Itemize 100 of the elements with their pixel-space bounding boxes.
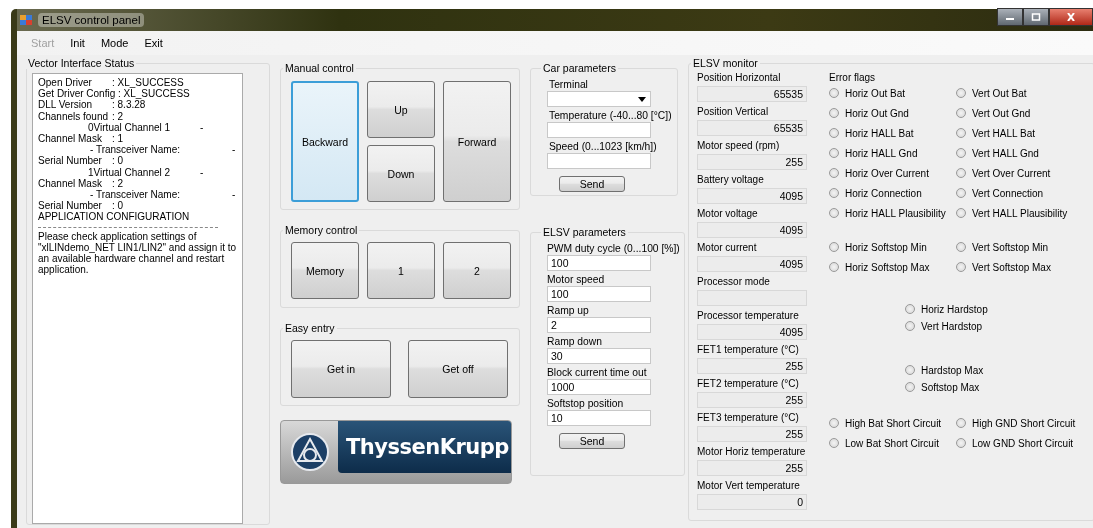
input-field[interactable]: 100 bbox=[547, 255, 651, 271]
radio-option[interactable]: Horiz Out Bat bbox=[829, 85, 956, 101]
memory-button[interactable]: 1 bbox=[367, 242, 435, 299]
close-icon bbox=[1066, 13, 1076, 21]
send-button[interactable]: Send bbox=[559, 433, 625, 449]
log-text: Channel Mask bbox=[38, 177, 103, 190]
radio-option[interactable]: Vert HALL Bat bbox=[956, 125, 1086, 141]
input-field[interactable]: 30 bbox=[547, 348, 651, 364]
log-text: Serial Number bbox=[38, 200, 103, 212]
radio-option[interactable]: Low GND Short Circuit bbox=[956, 435, 1086, 451]
memory-button[interactable]: 2 bbox=[443, 242, 511, 299]
input-field[interactable]: 1000 bbox=[547, 379, 651, 395]
radio-option[interactable]: Softstop Max bbox=[905, 379, 1035, 395]
field-label: FET2 temperature (°C) bbox=[697, 377, 800, 391]
control-button[interactable]: Down bbox=[367, 145, 435, 202]
maximize-icon bbox=[1031, 13, 1041, 21]
field-label: Motor speed (rpm) bbox=[697, 139, 781, 153]
control-button[interactable]: Forward bbox=[443, 81, 511, 202]
readout-field: 255 bbox=[697, 426, 807, 442]
dropdown-arrow-icon bbox=[638, 96, 646, 102]
radio-option[interactable]: Vert Softstop Min bbox=[956, 239, 1086, 255]
readout-field: 4095 bbox=[697, 222, 807, 238]
field-label: Temperature (-40...80 [°C]) bbox=[549, 110, 672, 121]
field-label: Ramp down bbox=[547, 336, 602, 347]
radio-option[interactable]: Hardstop Max bbox=[905, 362, 1035, 378]
radio-option[interactable]: Vert Over Current bbox=[956, 165, 1086, 181]
maximize-button[interactable] bbox=[1023, 8, 1049, 26]
radio-option[interactable]: Horiz HALL Plausibility bbox=[829, 205, 956, 221]
radio-option[interactable]: Horiz Over Current bbox=[829, 165, 956, 181]
log-text: Please check application settings of "xlLINdemo_NET LIN1/LIN2" and assign it to an available hardware channel and restart application. bbox=[38, 230, 237, 276]
radio-option[interactable]: Vert Softstop Max bbox=[956, 259, 1086, 275]
field-label: Block current time out bbox=[547, 367, 647, 378]
logo-text: ThyssenKrupp bbox=[346, 435, 509, 459]
field-label: Motor speed bbox=[547, 274, 605, 285]
radio-option[interactable]: Horiz Out Gnd bbox=[829, 105, 956, 121]
entry-button[interactable]: Get off bbox=[408, 340, 508, 398]
radio-option[interactable]: Horiz HALL Gnd bbox=[829, 145, 956, 161]
field-label: Processor mode bbox=[697, 275, 771, 289]
log-text: Open Driver bbox=[38, 77, 92, 89]
radio-option[interactable]: Vert Hardstop bbox=[905, 318, 1035, 334]
radio-option[interactable]: Horiz Connection bbox=[829, 185, 956, 201]
input-field[interactable]: 2 bbox=[547, 317, 651, 333]
field-label: Battery voltage bbox=[697, 173, 765, 187]
menu-item[interactable]: Init bbox=[70, 37, 85, 49]
log-text: : 2 bbox=[112, 110, 124, 122]
radio-option[interactable]: Vert Out Gnd bbox=[956, 105, 1086, 121]
readout-field: 255 bbox=[697, 392, 807, 408]
memory-button[interactable]: Memory bbox=[291, 242, 359, 299]
radio-option[interactable]: Low Bat Short Circuit bbox=[829, 435, 956, 451]
readout-field: 65535 bbox=[697, 86, 807, 102]
radio-option[interactable]: Vert Out Bat bbox=[956, 85, 1086, 101]
radio-option[interactable]: High GND Short Circuit bbox=[956, 415, 1086, 431]
input-field[interactable] bbox=[547, 122, 651, 138]
radio-option[interactable]: Vert HALL Plausibility bbox=[956, 205, 1086, 221]
log-text: Channels found bbox=[38, 110, 110, 122]
field-label: Softstop position bbox=[547, 398, 624, 409]
log-text: : 1 bbox=[112, 133, 124, 145]
readout-field: 255 bbox=[697, 460, 807, 476]
field-label: Motor Vert temperature bbox=[697, 479, 801, 493]
log-text: DLL Version bbox=[38, 99, 94, 111]
field-label: Terminal bbox=[549, 79, 588, 90]
group-title: ELSV monitor bbox=[692, 57, 759, 69]
radio-option[interactable]: Horiz Softstop Min bbox=[829, 239, 956, 255]
input-field[interactable] bbox=[547, 153, 651, 169]
readout-field: 0 bbox=[697, 494, 807, 510]
log-text: - Transceiver Name: bbox=[90, 144, 182, 156]
radio-option[interactable]: Horiz Softstop Max bbox=[829, 259, 956, 275]
field-label: Processor temperature bbox=[697, 309, 800, 323]
log-text: : 0 bbox=[112, 155, 124, 167]
radio-option[interactable]: Horiz HALL Bat bbox=[829, 125, 956, 141]
log-text: - bbox=[200, 121, 204, 133]
input-field[interactable]: 100 bbox=[547, 286, 651, 302]
group-title: Easy entry bbox=[284, 322, 336, 334]
group-title: Manual control bbox=[284, 62, 355, 74]
radio-option[interactable]: Vert Connection bbox=[956, 185, 1086, 201]
send-button[interactable]: Send bbox=[559, 176, 625, 192]
control-button[interactable]: Up bbox=[367, 81, 435, 138]
group-title: Memory control bbox=[284, 224, 359, 236]
log-text: : 2 bbox=[112, 177, 124, 190]
log-text: - Transceiver Name: bbox=[90, 189, 182, 201]
radio-option[interactable]: High Bat Short Circuit bbox=[829, 415, 956, 431]
input-field[interactable]: 10 bbox=[547, 410, 651, 426]
control-button[interactable]: Backward bbox=[291, 81, 359, 202]
readout-field: 4095 bbox=[697, 324, 807, 340]
entry-button[interactable]: Get in bbox=[291, 340, 391, 398]
group-title: ELSV parameters bbox=[542, 226, 627, 238]
radio-option[interactable]: Vert HALL Gnd bbox=[956, 145, 1086, 161]
menu-item[interactable]: Mode bbox=[100, 37, 129, 49]
log-text: 1Virtual Channel 2 bbox=[88, 166, 172, 178]
radio-option[interactable]: Horiz Hardstop bbox=[905, 301, 1035, 317]
dropdown-field[interactable] bbox=[547, 91, 651, 107]
field-label: Motor voltage bbox=[697, 207, 759, 221]
menu-item[interactable]: Exit bbox=[144, 37, 163, 49]
log-text: - bbox=[232, 144, 236, 156]
close-button[interactable] bbox=[1049, 8, 1093, 26]
minimize-button[interactable] bbox=[997, 8, 1023, 26]
readout-field: 4095 bbox=[697, 188, 807, 204]
log-text: Serial Number bbox=[38, 155, 103, 167]
field-label: Motor Horiz temperature bbox=[697, 445, 807, 459]
readout-field: 255 bbox=[697, 154, 807, 170]
